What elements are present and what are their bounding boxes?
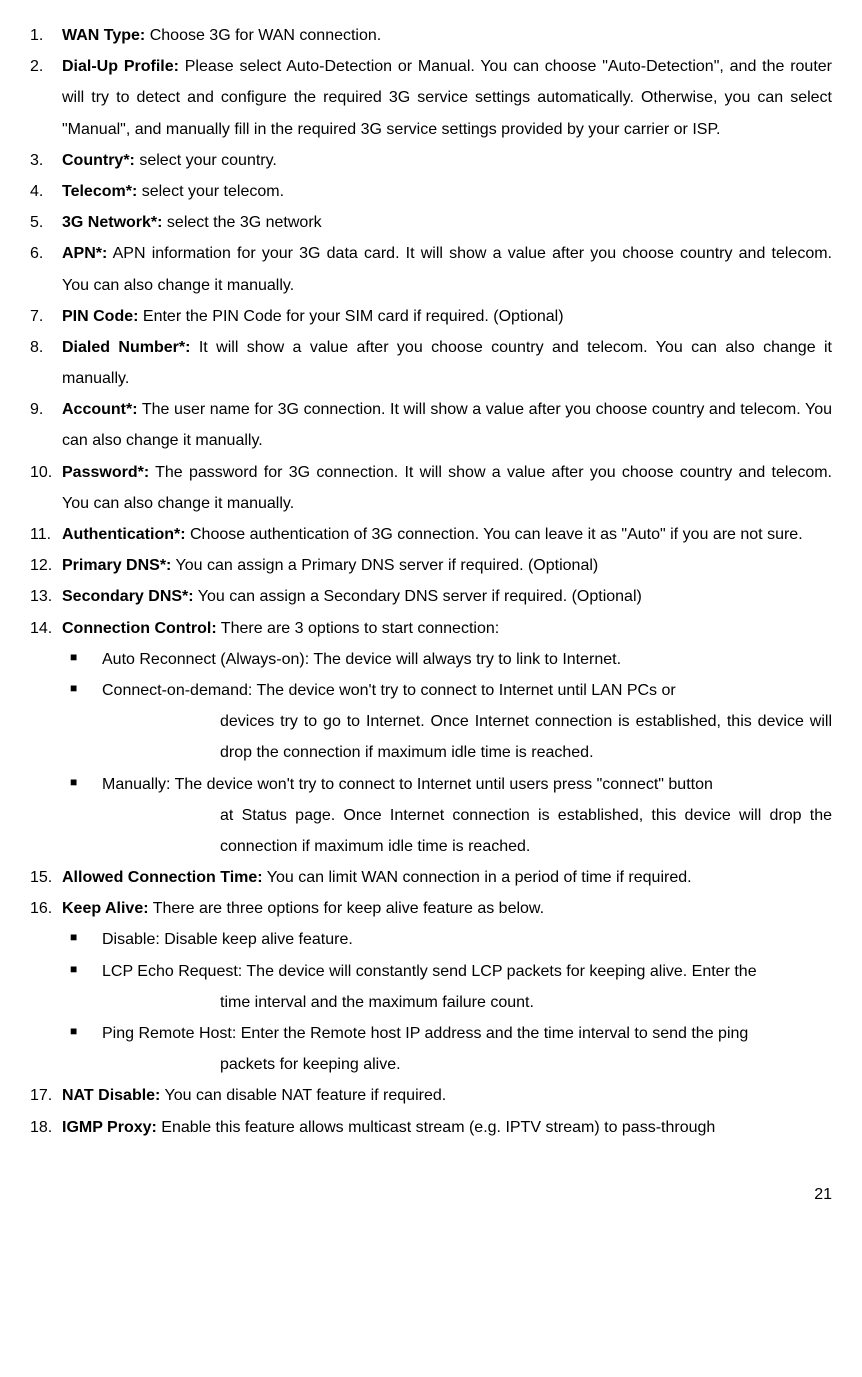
- list-item: Secondary DNS*: You can assign a Seconda…: [30, 581, 832, 612]
- term: Password*:: [62, 464, 149, 481]
- list-item: Primary DNS*: You can assign a Primary D…: [30, 550, 832, 581]
- term: Connection Control:: [62, 620, 217, 637]
- term: APN*:: [62, 245, 107, 262]
- bullet-item: LCP Echo Request: The device will consta…: [62, 956, 832, 1018]
- description: Enter the PIN Code for your SIM card if …: [138, 308, 563, 325]
- list-item: Allowed Connection Time: You can limit W…: [30, 862, 832, 893]
- term: Country*:: [62, 152, 135, 169]
- bullet-item: Auto Reconnect (Always-on): The device w…: [62, 644, 832, 675]
- term: Keep Alive:: [62, 900, 149, 917]
- description: Enable this feature allows multicast str…: [157, 1119, 715, 1136]
- description: The user name for 3G connection. It will…: [62, 401, 832, 449]
- list-item: 3G Network*: select the 3G network: [30, 207, 832, 238]
- term: Authentication*:: [62, 526, 186, 543]
- bullet-list: Disable: Disable keep alive feature. LCP…: [62, 924, 832, 1080]
- list-item: Password*: The password for 3G connectio…: [30, 457, 832, 519]
- bullet-text: LCP Echo Request: The device will consta…: [102, 963, 757, 980]
- bullet-text: Connect-on-demand: The device won't try …: [102, 682, 676, 699]
- list-item: IGMP Proxy: Enable this feature allows m…: [30, 1112, 832, 1143]
- list-item: Country*: select your country.: [30, 145, 832, 176]
- list-item: Account*: The user name for 3G connectio…: [30, 394, 832, 456]
- term: Dial-Up Profile:: [62, 58, 179, 75]
- bullet-text: Auto Reconnect (Always-on): The device w…: [102, 651, 621, 668]
- term: 3G Network*:: [62, 214, 162, 231]
- description: You can limit WAN connection in a period…: [263, 869, 692, 886]
- description: select the 3G network: [162, 214, 321, 231]
- bullet-item: Connect-on-demand: The device won't try …: [62, 675, 832, 769]
- term: IGMP Proxy:: [62, 1119, 157, 1136]
- bullet-item: Disable: Disable keep alive feature.: [62, 924, 832, 955]
- term: Allowed Connection Time:: [62, 869, 263, 886]
- description: There are three options for keep alive f…: [149, 900, 545, 917]
- description: The password for 3G connection. It will …: [62, 464, 832, 512]
- list-item: APN*: APN information for your 3G data c…: [30, 238, 832, 300]
- list-item: Dial-Up Profile: Please select Auto-Dete…: [30, 51, 832, 145]
- term: Account*:: [62, 401, 138, 418]
- list-item: WAN Type: Choose 3G for WAN connection.: [30, 20, 832, 51]
- numbered-list: WAN Type: Choose 3G for WAN connection. …: [30, 20, 832, 1143]
- term: Dialed Number*:: [62, 339, 190, 356]
- description: You can disable NAT feature if required.: [160, 1087, 446, 1104]
- list-item: PIN Code: Enter the PIN Code for your SI…: [30, 301, 832, 332]
- description: select your country.: [135, 152, 277, 169]
- bullet-item: Ping Remote Host: Enter the Remote host …: [62, 1018, 832, 1080]
- list-item: Telecom*: select your telecom.: [30, 176, 832, 207]
- description: Choose authentication of 3G connection. …: [186, 526, 803, 543]
- list-item: Dialed Number*: It will show a value aft…: [30, 332, 832, 394]
- description: Choose 3G for WAN connection.: [145, 27, 381, 44]
- term: PIN Code:: [62, 308, 138, 325]
- term: WAN Type:: [62, 27, 145, 44]
- description: There are 3 options to start connection:: [217, 620, 500, 637]
- list-item: Connection Control: There are 3 options …: [30, 613, 832, 863]
- description: select your telecom.: [137, 183, 284, 200]
- list-item: Keep Alive: There are three options for …: [30, 893, 832, 1080]
- bullet-continuation: at Status page. Once Internet connection…: [102, 800, 832, 862]
- bullet-text: Ping Remote Host: Enter the Remote host …: [102, 1025, 748, 1042]
- bullet-text: Disable: Disable keep alive feature.: [102, 931, 353, 948]
- term: Primary DNS*:: [62, 557, 171, 574]
- list-item: NAT Disable: You can disable NAT feature…: [30, 1080, 832, 1111]
- bullet-list: Auto Reconnect (Always-on): The device w…: [62, 644, 832, 862]
- page-number: 21: [30, 1179, 832, 1210]
- term: Secondary DNS*:: [62, 588, 194, 605]
- bullet-continuation: packets for keeping alive.: [102, 1049, 832, 1080]
- description: APN information for your 3G data card. I…: [62, 245, 832, 293]
- description: You can assign a Primary DNS server if r…: [171, 557, 598, 574]
- list-item: Authentication*: Choose authentication o…: [30, 519, 832, 550]
- description: You can assign a Secondary DNS server if…: [194, 588, 642, 605]
- bullet-continuation: time interval and the maximum failure co…: [102, 987, 832, 1018]
- bullet-continuation: devices try to go to Internet. Once Inte…: [102, 706, 832, 768]
- bullet-text: Manually: The device won't try to connec…: [102, 776, 713, 793]
- term: Telecom*:: [62, 183, 137, 200]
- bullet-item: Manually: The device won't try to connec…: [62, 769, 832, 863]
- term: NAT Disable:: [62, 1087, 160, 1104]
